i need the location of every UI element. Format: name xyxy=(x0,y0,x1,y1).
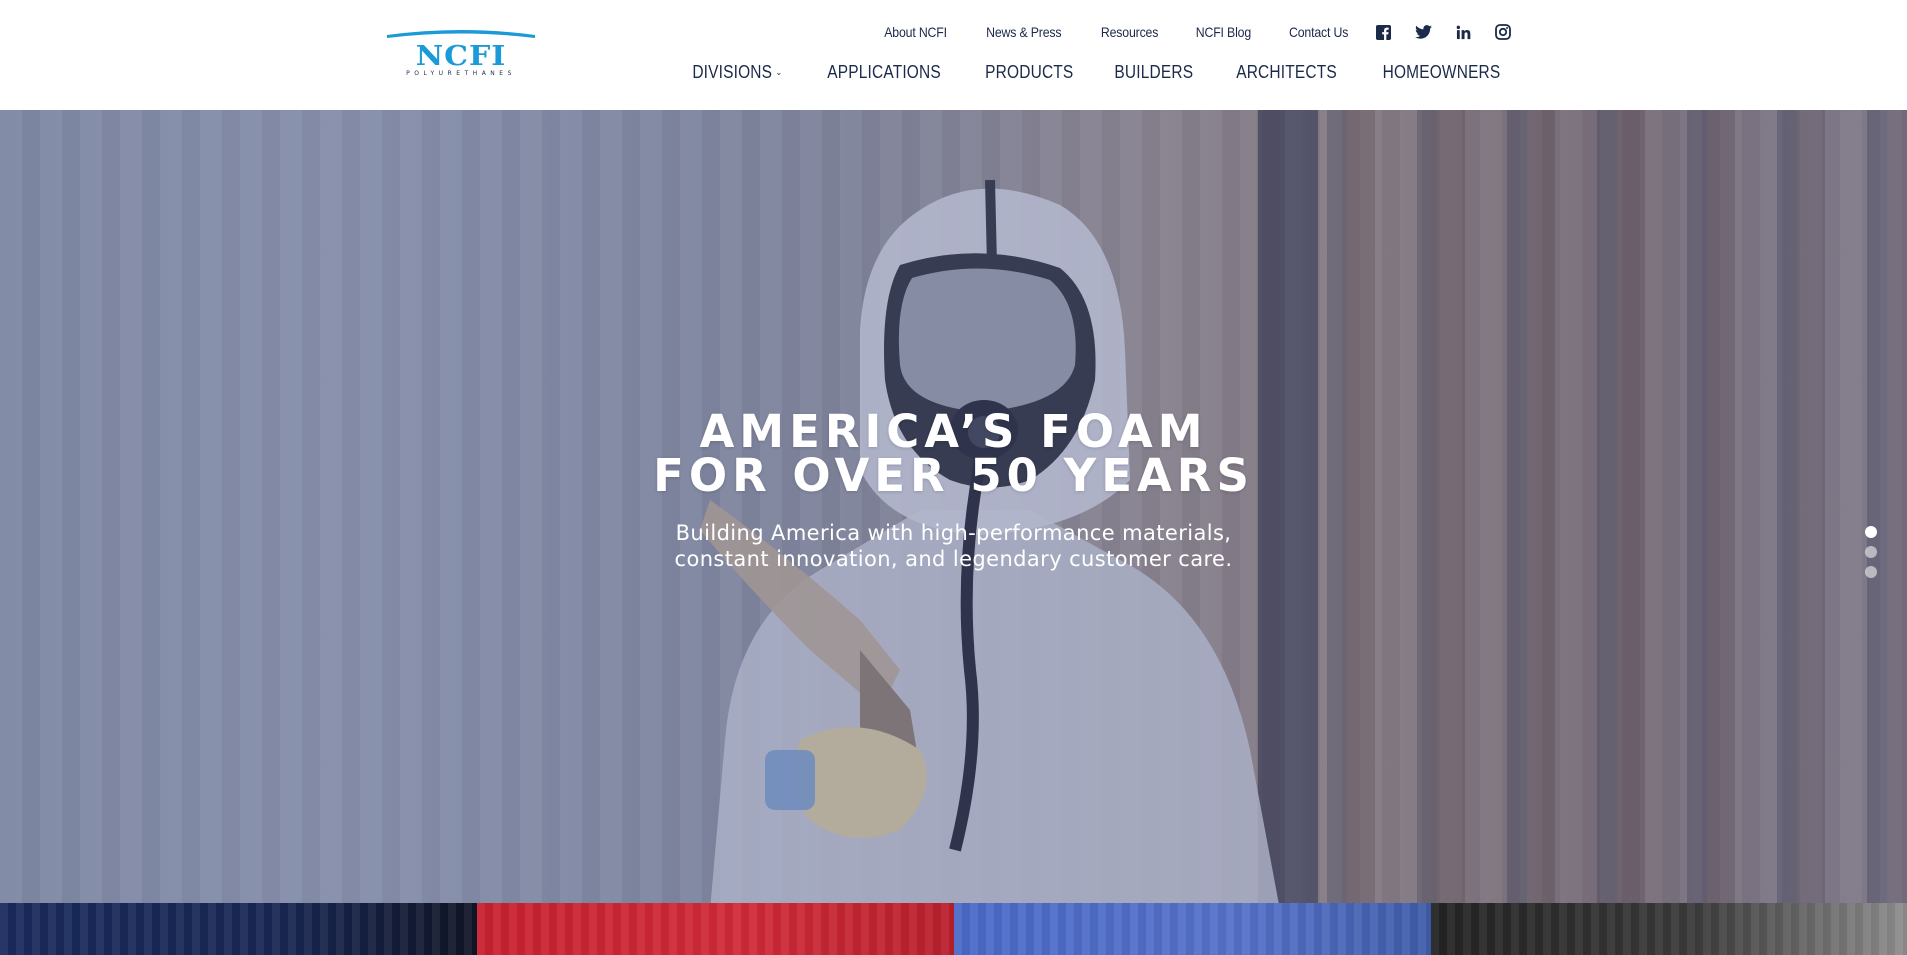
nav-architects[interactable]: ARCHITECTS xyxy=(1236,62,1337,83)
linkedin-icon[interactable] xyxy=(1454,23,1472,41)
slider-pagination xyxy=(1865,526,1877,586)
svg-text:NCFI: NCFI xyxy=(416,40,507,72)
division-panel-red[interactable] xyxy=(477,903,954,955)
nav-applications[interactable]: APPLICATIONS xyxy=(827,62,941,83)
hero-slider: AMERICA’S FOAM FOR OVER 50 YEARS Buildin… xyxy=(0,110,1907,903)
nav-builders[interactable]: BUILDERS xyxy=(1115,62,1194,83)
utility-nav: About NCFI News & Press Resources NCFI B… xyxy=(880,21,1512,43)
nav-divisions-label: DIVISIONS xyxy=(692,61,773,82)
nav-homeowners[interactable]: HOMEOWNERS xyxy=(1383,62,1501,83)
hero-title: AMERICA’S FOAM FOR OVER 50 YEARS xyxy=(0,405,1907,502)
ncfi-logo[interactable]: NCFI POLYURETHANES xyxy=(383,27,539,79)
hero-subtitle-line-2: constant innovation, and legendary custo… xyxy=(674,547,1233,571)
site-header: NCFI POLYURETHANES About NCFI News & Pre… xyxy=(0,0,1907,110)
nav-products[interactable]: PRODUCTS xyxy=(985,62,1073,83)
top-nav-news-press[interactable]: News & Press xyxy=(986,24,1061,40)
nav-divisions[interactable]: DIVISIONS ⌄ xyxy=(692,62,782,83)
panel-texture xyxy=(0,903,477,955)
slide-dot-1[interactable] xyxy=(1865,526,1877,538)
top-nav-resources[interactable]: Resources xyxy=(1101,24,1158,40)
hero-title-line-2: FOR OVER 50 YEARS xyxy=(653,449,1254,502)
hero-title-line-1: AMERICA’S FOAM xyxy=(699,405,1208,458)
division-panel-navy[interactable] xyxy=(0,903,477,955)
division-panel-dark[interactable] xyxy=(1431,903,1907,955)
panel-texture xyxy=(477,903,954,955)
chevron-down-icon: ⌄ xyxy=(775,66,783,77)
top-nav-about[interactable]: About NCFI xyxy=(884,24,947,40)
slide-dot-2[interactable] xyxy=(1865,546,1877,558)
instagram-icon[interactable] xyxy=(1494,23,1512,41)
twitter-icon[interactable] xyxy=(1414,23,1432,41)
hero-subtitle-line-1: Building America with high-performance m… xyxy=(675,521,1232,545)
top-nav-contact[interactable]: Contact Us xyxy=(1289,24,1348,40)
facebook-icon[interactable] xyxy=(1374,23,1392,41)
division-panel-blue[interactable] xyxy=(954,903,1431,955)
slide-dot-3[interactable] xyxy=(1865,566,1877,578)
hero-text-block: AMERICA’S FOAM FOR OVER 50 YEARS Buildin… xyxy=(0,405,1907,572)
svg-text:POLYURETHANES: POLYURETHANES xyxy=(406,70,516,77)
main-nav: DIVISIONS ⌄ APPLICATIONS PRODUCTS BUILDE… xyxy=(685,60,1510,84)
top-nav-blog[interactable]: NCFI Blog xyxy=(1196,24,1251,40)
panel-texture xyxy=(954,903,1431,955)
hero-subtitle: Building America with high-performance m… xyxy=(0,520,1907,572)
division-panels xyxy=(0,903,1907,955)
panel-texture xyxy=(1431,903,1907,955)
